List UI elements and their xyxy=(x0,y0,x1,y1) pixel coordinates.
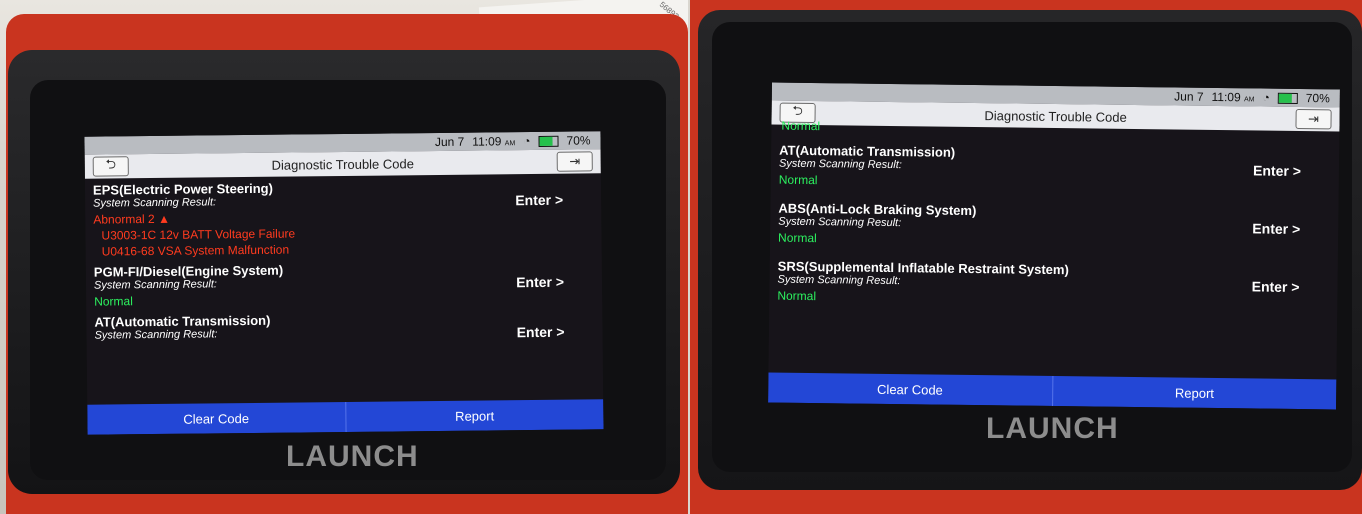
exit-button[interactable]: ⇥ xyxy=(1295,108,1332,130)
exit-icon: ⇥ xyxy=(569,153,581,169)
report-button[interactable]: Report xyxy=(346,399,604,432)
normal-result: Normal xyxy=(777,288,817,304)
back-arrow-icon: ⮌ xyxy=(105,156,117,172)
report-button[interactable]: Report xyxy=(1053,376,1337,409)
page-title: Diagnostic Trouble Code xyxy=(271,155,415,173)
back-button[interactable]: ⮌ xyxy=(92,156,129,177)
system-item-abs[interactable]: ABS(Anti-Lock Braking System) System Sca… xyxy=(770,197,1339,254)
enter-button[interactable]: Enter > xyxy=(1253,162,1301,179)
wifi-icon: ◔ xyxy=(1262,90,1270,105)
battery-icon xyxy=(1277,92,1298,104)
bottom-action-bar: Clear Code Report xyxy=(87,399,604,435)
status-date: Jun 7 xyxy=(1174,89,1204,104)
battery-icon xyxy=(538,135,559,147)
launch-logo: LAUNCH xyxy=(986,412,1119,445)
left-photo: 56892 Jun 7 11:09 AM ◔ 70% ⮌ Diagnostic … xyxy=(0,0,688,514)
page-title: Diagnostic Trouble Code xyxy=(984,107,1127,125)
normal-result: Normal xyxy=(778,172,818,188)
status-time: 11:09 AM xyxy=(472,134,516,149)
right-photo: Jun 7 11:09 AM ◔ 70% ⮌ Diagnostic Troubl… xyxy=(690,0,1362,514)
status-time: 11:09 AM xyxy=(1211,89,1255,105)
device-screen: Jun 7 11:09 AM ◔ 70% ⮌ Diagnostic Troubl… xyxy=(84,131,604,435)
system-item-at[interactable]: AT(Automatic Transmission) System Scanni… xyxy=(86,305,602,343)
device-screen: Jun 7 11:09 AM ◔ 70% ⮌ Diagnostic Troubl… xyxy=(768,82,1340,410)
enter-button[interactable]: Enter > xyxy=(1252,278,1300,295)
enter-button[interactable]: Enter > xyxy=(515,192,563,209)
caret-up-icon[interactable]: ▲ xyxy=(158,212,170,226)
wifi-icon: ◔ xyxy=(523,134,531,149)
clear-code-button[interactable]: Clear Code xyxy=(768,372,1053,406)
enter-button[interactable]: Enter > xyxy=(516,274,564,291)
system-item-eps[interactable]: EPS(Electric Power Steering) System Scan… xyxy=(85,173,602,260)
battery-percent: 70% xyxy=(1305,91,1330,106)
battery-percent: 70% xyxy=(566,133,591,148)
status-date: Jun 7 xyxy=(434,134,465,150)
exit-button[interactable]: ⇥ xyxy=(556,151,593,172)
clear-code-button[interactable]: Clear Code xyxy=(87,401,347,435)
normal-result: Normal xyxy=(777,230,817,246)
launch-logo: LAUNCH xyxy=(286,440,419,473)
enter-button[interactable]: Enter > xyxy=(517,324,565,341)
system-item-srs[interactable]: SRS(Supplemental Inflatable Restraint Sy… xyxy=(769,255,1338,312)
exit-icon: ⇥ xyxy=(1308,111,1320,127)
enter-button[interactable]: Enter > xyxy=(1252,220,1300,237)
system-item-at[interactable]: AT(Automatic Transmission) System Scanni… xyxy=(771,139,1340,196)
system-item-pgm-fi[interactable]: PGM-FI/Diesel(Engine System) System Scan… xyxy=(86,255,602,310)
